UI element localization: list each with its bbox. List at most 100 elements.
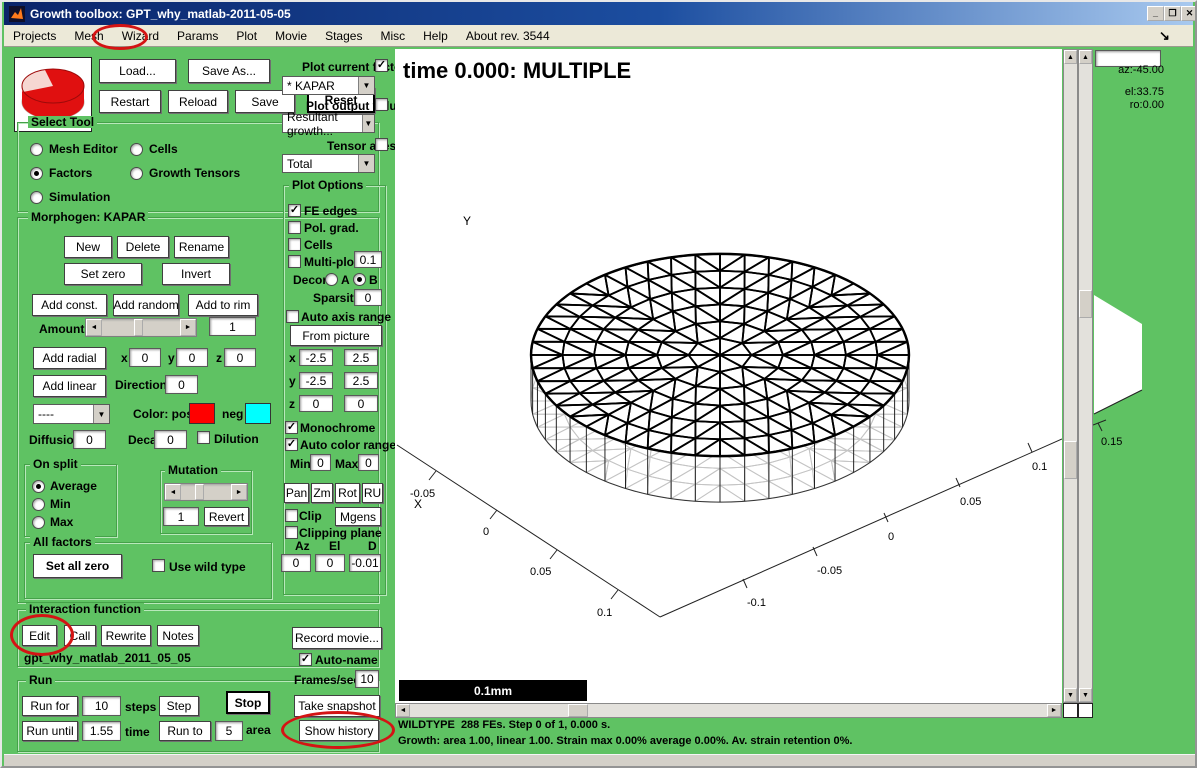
d-field[interactable]: -0.01 xyxy=(349,554,381,572)
add-linear-button[interactable]: Add linear xyxy=(33,375,106,397)
clipping-plane-checkbox[interactable] xyxy=(285,526,298,539)
from-picture-button[interactable]: From picture xyxy=(290,325,382,346)
auto-axis-range-checkbox[interactable] xyxy=(286,310,299,323)
plot-current-factor-checkbox[interactable]: ✓ xyxy=(375,59,388,72)
max-field[interactable]: 0 xyxy=(358,454,379,471)
run-to-button[interactable]: Run to xyxy=(159,721,211,741)
slider-right-icon[interactable]: ► xyxy=(231,484,247,500)
add-random-button[interactable]: Add random xyxy=(113,294,179,316)
add-to-rim-button[interactable]: Add to rim xyxy=(188,294,258,316)
new-button[interactable]: New xyxy=(64,236,112,258)
chevron-down-icon[interactable]: ▼ xyxy=(358,77,374,94)
decor-b-label[interactable]: B xyxy=(369,274,378,287)
menu-stages[interactable]: Stages xyxy=(316,26,371,46)
radio-cells-label[interactable]: Cells xyxy=(149,143,178,156)
restart-button[interactable]: Restart xyxy=(99,90,161,113)
zoom-button[interactable]: Zm xyxy=(311,483,333,503)
radio-min-label[interactable]: Min xyxy=(50,498,71,511)
add-const-button[interactable]: Add const. xyxy=(32,294,107,316)
step-button[interactable]: Step xyxy=(159,696,199,716)
axis-z-min-field[interactable]: 0 xyxy=(299,395,333,412)
radio-simulation[interactable] xyxy=(30,191,43,204)
vertical-scrollbar-2[interactable]: ▲ ▼ xyxy=(1078,49,1093,703)
decay-field[interactable]: 0 xyxy=(154,430,187,449)
minimize-button[interactable]: _ xyxy=(1147,6,1164,21)
radio-max[interactable] xyxy=(32,516,45,529)
axis-y-max-field[interactable]: 2.5 xyxy=(344,372,378,389)
maximize-button[interactable]: ❐ xyxy=(1164,6,1181,21)
menu-projects[interactable]: Projects xyxy=(4,26,65,46)
slider-left-icon[interactable]: ◄ xyxy=(165,484,181,500)
close-button[interactable]: ✕ xyxy=(1181,6,1197,21)
add-radial-button[interactable]: Add radial xyxy=(33,347,106,369)
radio-cells[interactable] xyxy=(130,143,143,156)
amount-slider-thumb[interactable] xyxy=(134,319,143,336)
y-field[interactable]: 0 xyxy=(176,348,208,367)
clip-checkbox[interactable] xyxy=(285,509,298,522)
multi-plot-field[interactable]: 0.1 xyxy=(354,251,382,268)
radio-min[interactable] xyxy=(32,498,45,511)
menu-movie[interactable]: Movie xyxy=(266,26,316,46)
z-field[interactable]: 0 xyxy=(224,348,256,367)
auto-name-checkbox[interactable]: ✓ xyxy=(299,653,312,666)
scroll-left-icon[interactable]: ◄ xyxy=(396,704,410,717)
radio-factors-label[interactable]: Factors xyxy=(49,167,92,180)
scroll-down-icon[interactable]: ▼ xyxy=(1064,688,1077,702)
multi-plot-checkbox[interactable] xyxy=(288,255,301,268)
decor-b-radio[interactable] xyxy=(353,273,366,286)
run-area-field[interactable]: 5 xyxy=(215,721,243,741)
el-field[interactable]: 0 xyxy=(315,554,345,572)
radio-mesh-editor[interactable] xyxy=(30,143,43,156)
radio-mesh-editor-label[interactable]: Mesh Editor xyxy=(49,143,118,156)
rename-button[interactable]: Rename xyxy=(174,236,229,258)
pan-button[interactable]: Pan xyxy=(284,483,309,503)
pol-grad-checkbox[interactable] xyxy=(288,221,301,234)
az-field[interactable]: 0 xyxy=(281,554,311,572)
rotate-button[interactable]: Rot xyxy=(335,483,360,503)
mutation-slider-thumb[interactable] xyxy=(195,484,204,500)
delete-button[interactable]: Delete xyxy=(117,236,169,258)
invert-button[interactable]: Invert xyxy=(162,263,230,285)
pos-color-swatch[interactable] xyxy=(189,403,215,424)
morphogen-combo[interactable]: ---- ▼ xyxy=(33,404,110,424)
scroll-up-icon[interactable]: ▲ xyxy=(1064,50,1077,64)
frames-per-sec-field[interactable]: 10 xyxy=(355,670,379,688)
amount-slider[interactable]: ◄ ► xyxy=(85,318,197,337)
notes-button[interactable]: Notes xyxy=(157,625,199,646)
radio-growth-tensors-label[interactable]: Growth Tensors xyxy=(149,167,240,180)
chevron-down-icon[interactable]: ▼ xyxy=(358,155,374,172)
rewrite-button[interactable]: Rewrite xyxy=(101,625,151,646)
scroll-down-icon[interactable]: ▼ xyxy=(1079,688,1092,702)
menu-params[interactable]: Params xyxy=(168,26,227,46)
output-value-dropdown[interactable]: Resultant growth... ▼ xyxy=(282,114,375,133)
rotate-up-button[interactable]: RU xyxy=(362,483,383,503)
load-button[interactable]: Load... xyxy=(99,59,176,83)
radio-factors[interactable] xyxy=(30,167,43,180)
save-as-button[interactable]: Save As... xyxy=(188,59,270,83)
scroll-right-icon[interactable]: ► xyxy=(1047,704,1061,717)
radio-max-label[interactable]: Max xyxy=(50,516,73,529)
axis-x-min-field[interactable]: -2.5 xyxy=(299,349,333,366)
run-steps-field[interactable]: 10 xyxy=(82,696,121,716)
neg-color-swatch[interactable] xyxy=(245,403,271,424)
tensor-dropdown[interactable]: Total ▼ xyxy=(282,154,375,173)
vertical-scroll-thumb-2[interactable] xyxy=(1079,290,1092,318)
diffusion-field[interactable]: 0 xyxy=(73,430,106,449)
dock-icon[interactable]: ↘ xyxy=(1159,29,1170,42)
radio-average[interactable] xyxy=(32,480,45,493)
stop-button[interactable]: Stop xyxy=(226,691,270,714)
mutation-field[interactable]: 1 xyxy=(163,507,199,526)
mutation-slider[interactable]: ◄ ► xyxy=(164,483,248,501)
tensor-axes-checkbox[interactable] xyxy=(375,138,388,151)
mgens-button[interactable]: Mgens xyxy=(335,507,381,526)
mesh-plot[interactable]: -0.0500.050.1-0.1-0.0500.050.1 xyxy=(395,49,1062,703)
run-for-button[interactable]: Run for xyxy=(22,696,78,716)
plot-output-value-checkbox[interactable] xyxy=(375,98,388,111)
radio-average-label[interactable]: Average xyxy=(50,480,97,493)
dilution-checkbox[interactable] xyxy=(197,431,210,444)
decor-a-label[interactable]: A xyxy=(341,274,350,287)
run-until-button[interactable]: Run until xyxy=(22,721,78,741)
decor-a-radio[interactable] xyxy=(325,273,338,286)
radio-simulation-label[interactable]: Simulation xyxy=(49,191,110,204)
reload-button[interactable]: Reload xyxy=(168,90,228,113)
